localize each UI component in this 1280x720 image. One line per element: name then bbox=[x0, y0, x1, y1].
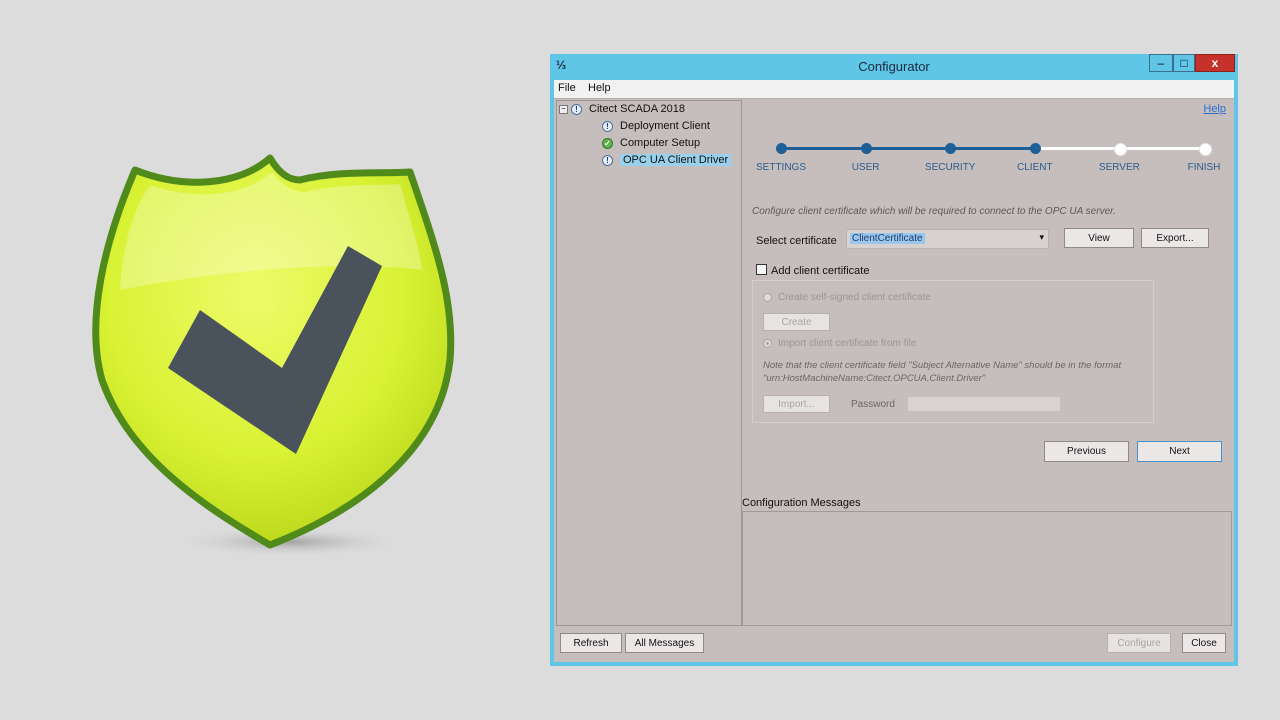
help-link[interactable]: Help bbox=[1203, 103, 1226, 115]
step-dot-finish bbox=[1199, 143, 1212, 156]
collapse-icon[interactable]: − bbox=[559, 104, 568, 114]
close-button[interactable]: Close bbox=[1182, 633, 1226, 653]
step-dot-security bbox=[945, 143, 957, 154]
info-icon: ! bbox=[571, 103, 582, 115]
all-messages-button[interactable]: All Messages bbox=[625, 633, 704, 653]
menu-file[interactable]: File bbox=[558, 82, 576, 94]
configuration-messages-title: Configuration Messages bbox=[742, 497, 861, 509]
configure-button[interactable]: Configure bbox=[1107, 633, 1171, 653]
previous-button[interactable]: Previous bbox=[1044, 441, 1129, 462]
client-area: File Help −! Citect SCADA 2018 ! Deploymen… bbox=[554, 80, 1234, 662]
password-field[interactable] bbox=[907, 396, 1061, 412]
self-signed-radio[interactable] bbox=[763, 293, 772, 302]
close-window-button[interactable]: x bbox=[1195, 54, 1235, 72]
create-button[interactable]: Create bbox=[763, 313, 830, 331]
wizard-panel: Help SETTINGS USER SECURITY CLIENT SERVER FIN… bbox=[742, 100, 1234, 626]
security-shield-icon bbox=[90, 150, 470, 560]
step-dot-client bbox=[1029, 143, 1041, 154]
step-label-user: USER bbox=[851, 162, 880, 173]
tree-item-deployment-client[interactable]: ! Deployment Client bbox=[602, 120, 710, 136]
tree-item-label: Deployment Client bbox=[620, 120, 710, 132]
title-bar[interactable]: ⅓ Configurator – □ x bbox=[550, 54, 1238, 80]
password-label: Password bbox=[851, 399, 895, 410]
configurator-window: ⅓ Configurator – □ x File Help −! Citect … bbox=[550, 54, 1238, 666]
check-icon: ✓ bbox=[602, 137, 613, 149]
step-dot-settings bbox=[776, 143, 787, 154]
tree-item-computer-setup[interactable]: ✓ Computer Setup bbox=[602, 137, 700, 153]
shield-graphic bbox=[92, 154, 455, 556]
tree-item-label: OPC UA Client Driver bbox=[620, 154, 732, 166]
refresh-button[interactable]: Refresh bbox=[560, 633, 622, 653]
info-icon: ! bbox=[602, 120, 613, 132]
wizard-stepper: SETTINGS USER SECURITY CLIENT SERVER FINISH bbox=[754, 140, 1224, 180]
tree-root-label: Citect SCADA 2018 bbox=[589, 103, 685, 115]
configuration-messages-area[interactable] bbox=[742, 511, 1232, 626]
export-button[interactable]: Export... bbox=[1141, 228, 1209, 248]
add-certificate-group: Create self-signed client certificate Cr… bbox=[752, 280, 1154, 423]
menu-bar: File Help bbox=[554, 80, 1234, 99]
window-title: Configurator bbox=[858, 59, 930, 74]
minimize-button[interactable]: – bbox=[1149, 54, 1173, 72]
next-button[interactable]: Next bbox=[1137, 441, 1222, 462]
tree-root[interactable]: −! Citect SCADA 2018 bbox=[559, 103, 685, 119]
step-label-client: CLIENT bbox=[1017, 162, 1053, 173]
view-button[interactable]: View bbox=[1064, 228, 1134, 248]
import-file-radio[interactable] bbox=[763, 339, 772, 348]
step-dot-server bbox=[1114, 143, 1128, 156]
info-icon: ! bbox=[602, 154, 613, 166]
chevron-down-icon: ▾ bbox=[1039, 232, 1044, 242]
add-client-certificate-label: Add client certificate bbox=[771, 265, 870, 277]
maximize-button[interactable]: □ bbox=[1173, 54, 1195, 72]
step-label-server: SERVER bbox=[1098, 162, 1140, 173]
format-note: Note that the client certificate field "… bbox=[763, 360, 1122, 384]
step-label-finish: FINISH bbox=[1187, 162, 1221, 173]
instruction-text: Configure client certificate which will … bbox=[752, 206, 1116, 217]
menu-help[interactable]: Help bbox=[588, 82, 611, 94]
select-certificate-label: Select certificate bbox=[756, 235, 837, 247]
tree-item-label: Computer Setup bbox=[620, 137, 701, 149]
stepper-line-done bbox=[781, 147, 1035, 150]
step-label-settings: SETTINGS bbox=[755, 162, 807, 173]
certificate-dropdown[interactable]: ClientCertificate ▾ bbox=[846, 229, 1049, 249]
tree-item-opc-ua-client-driver[interactable]: ! OPC UA Client Driver bbox=[602, 154, 732, 170]
step-dot-user bbox=[860, 143, 872, 154]
import-file-label: Import client certificate from file bbox=[778, 338, 917, 349]
step-label-security: SECURITY bbox=[924, 162, 976, 173]
import-button[interactable]: Import... bbox=[763, 395, 830, 413]
add-client-certificate-checkbox[interactable] bbox=[756, 264, 767, 275]
certificate-dropdown-value: ClientCertificate bbox=[850, 233, 925, 244]
self-signed-label: Create self-signed client certificate bbox=[778, 292, 931, 303]
navigation-tree: −! Citect SCADA 2018 ! Deployment Client ✓… bbox=[556, 100, 742, 626]
